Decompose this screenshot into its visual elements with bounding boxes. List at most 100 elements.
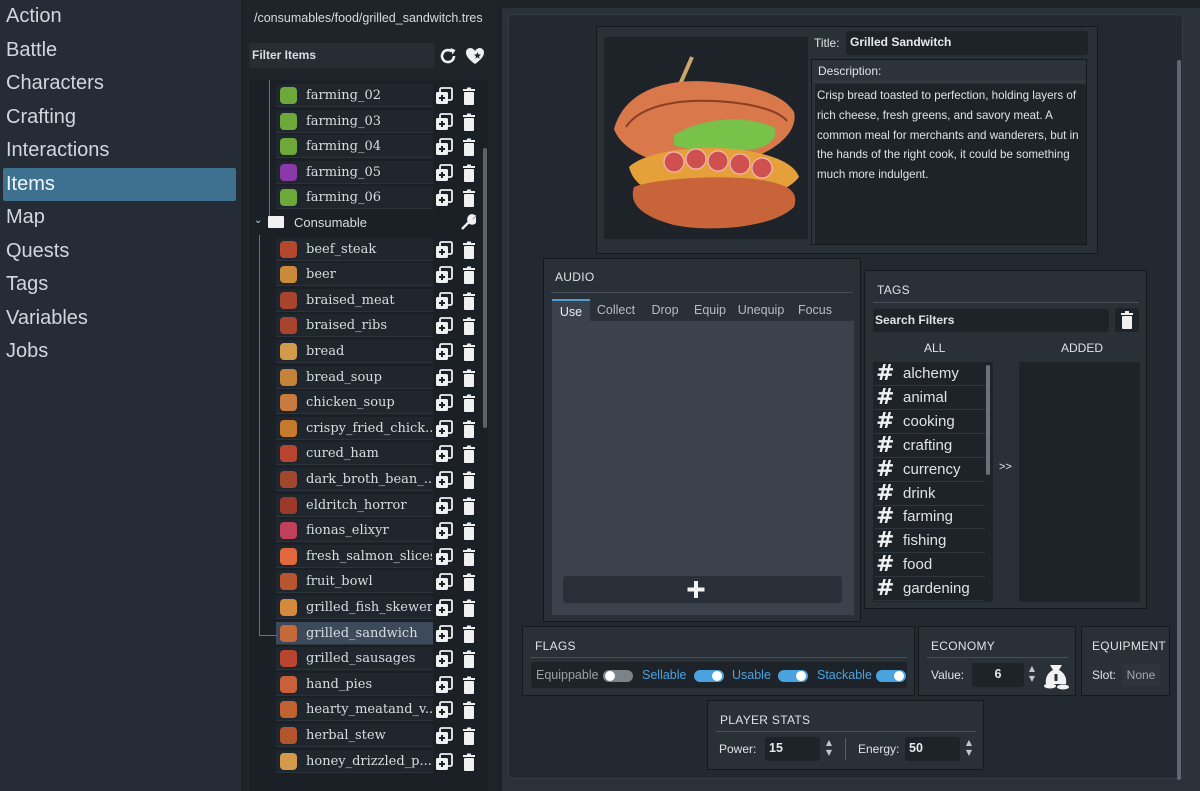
tree-item[interactable]: braised_meat bbox=[250, 288, 488, 313]
favorite-heart-icon[interactable] bbox=[464, 45, 486, 67]
duplicate-icon[interactable] bbox=[435, 650, 453, 668]
trash-icon[interactable] bbox=[460, 497, 478, 515]
tree-item[interactable]: grilled_fish_skewer bbox=[250, 595, 488, 620]
editor-scrollbar[interactable] bbox=[1177, 60, 1181, 780]
filter-items-input[interactable]: Filter Items bbox=[249, 43, 435, 68]
power-input[interactable]: 15 bbox=[765, 737, 820, 761]
tab-focus[interactable]: Focus bbox=[790, 299, 840, 321]
trash-icon[interactable] bbox=[460, 189, 478, 208]
duplicate-icon[interactable] bbox=[435, 189, 453, 207]
trash-icon[interactable] bbox=[460, 753, 478, 771]
toggle-sellable[interactable] bbox=[694, 670, 724, 682]
tags-scrollbar[interactable] bbox=[986, 365, 990, 475]
duplicate-icon[interactable] bbox=[435, 547, 453, 566]
move-tags-button[interactable]: >> bbox=[999, 461, 1012, 473]
duplicate-icon[interactable] bbox=[435, 240, 453, 259]
tree-item-box[interactable]: bread bbox=[276, 340, 433, 363]
tab-equip[interactable]: Equip bbox=[688, 299, 732, 321]
nav-item-map[interactable]: Map bbox=[0, 201, 241, 235]
duplicate-icon[interactable] bbox=[435, 87, 453, 105]
tree-item-box[interactable]: farming_03 bbox=[276, 109, 433, 133]
trash-icon[interactable] bbox=[460, 87, 478, 105]
tree-item[interactable]: grilled_sandwich bbox=[250, 621, 488, 646]
trash-icon[interactable] bbox=[460, 420, 478, 438]
tree-item[interactable]: hearty_meatand_v... bbox=[250, 697, 488, 722]
tree-item-box[interactable]: hearty_meatand_v... bbox=[276, 698, 433, 722]
tree-scrollbar[interactable] bbox=[483, 148, 487, 428]
nav-item-action[interactable]: Action bbox=[0, 0, 241, 34]
tag-item[interactable]: # gardening bbox=[875, 577, 985, 602]
trash-icon[interactable] bbox=[460, 317, 478, 336]
tree-item-box[interactable]: hand_pies bbox=[276, 672, 433, 696]
duplicate-icon[interactable] bbox=[435, 266, 453, 284]
duplicate-icon[interactable] bbox=[435, 368, 453, 387]
tree-item[interactable]: farming_03 bbox=[250, 109, 488, 134]
nav-item-items[interactable]: Items bbox=[3, 167, 236, 201]
tree-item-box[interactable]: farming_06 bbox=[276, 186, 433, 210]
refresh-icon[interactable] bbox=[437, 45, 459, 67]
clear-filters-button[interactable] bbox=[1115, 308, 1139, 332]
tag-item[interactable]: # alchemy bbox=[875, 362, 985, 386]
tree-item[interactable]: herbal_stew bbox=[250, 723, 488, 748]
tab-use[interactable]: Use bbox=[552, 299, 590, 321]
tag-item[interactable]: # farming bbox=[875, 505, 985, 530]
trash-icon[interactable] bbox=[460, 573, 478, 592]
duplicate-icon[interactable] bbox=[435, 471, 453, 489]
trash-icon[interactable] bbox=[460, 394, 478, 413]
toggle-stackable[interactable] bbox=[876, 670, 906, 682]
duplicate-icon[interactable] bbox=[435, 163, 453, 182]
tree-item[interactable]: hand_pies bbox=[250, 672, 488, 697]
trash-icon[interactable] bbox=[460, 241, 478, 259]
trash-icon[interactable] bbox=[460, 266, 478, 285]
tag-item[interactable]: # cooking bbox=[875, 409, 985, 434]
added-tags-list[interactable] bbox=[1019, 362, 1140, 602]
tree-item[interactable]: fionas_elixyr bbox=[250, 518, 488, 543]
duplicate-icon[interactable] bbox=[435, 343, 453, 361]
add-audio-button[interactable] bbox=[563, 576, 842, 603]
tree-item[interactable]: beer bbox=[250, 262, 488, 287]
value-input[interactable]: 6 bbox=[972, 663, 1024, 687]
tree-item-box[interactable]: beer bbox=[276, 263, 433, 287]
tree-item[interactable]: fruit_bowl bbox=[250, 569, 488, 594]
tag-item[interactable]: # food bbox=[875, 553, 985, 578]
trash-icon[interactable] bbox=[460, 343, 478, 361]
trash-icon[interactable] bbox=[460, 138, 478, 157]
trash-icon[interactable] bbox=[460, 625, 478, 643]
duplicate-icon[interactable] bbox=[435, 394, 453, 412]
tab-drop[interactable]: Drop bbox=[642, 299, 688, 321]
tree-item-box[interactable]: braised_meat bbox=[276, 288, 433, 312]
tree-item-box[interactable]: braised_ribs bbox=[276, 314, 433, 338]
tree-item[interactable]: bread_soup bbox=[250, 365, 488, 390]
trash-icon[interactable] bbox=[460, 599, 478, 617]
nav-item-quests[interactable]: Quests bbox=[0, 235, 241, 269]
slot-select[interactable]: None bbox=[1122, 664, 1160, 686]
description-textarea[interactable]: Crisp bread toasted to perfection, holdi… bbox=[815, 84, 1086, 244]
duplicate-icon[interactable] bbox=[435, 291, 453, 310]
tag-item[interactable]: # currency bbox=[875, 457, 985, 482]
tree-item[interactable]: beef_steak bbox=[250, 237, 488, 262]
duplicate-icon[interactable] bbox=[435, 599, 453, 617]
trash-icon[interactable] bbox=[460, 164, 478, 182]
tree-item[interactable]: grilled_sausages bbox=[250, 646, 488, 671]
energy-input[interactable]: 50 bbox=[905, 737, 960, 761]
tab-collect[interactable]: Collect bbox=[590, 299, 642, 321]
duplicate-icon[interactable] bbox=[435, 445, 453, 463]
tree-item-box[interactable]: herbal_stew bbox=[276, 724, 433, 747]
duplicate-icon[interactable] bbox=[435, 112, 453, 131]
trash-icon[interactable] bbox=[460, 292, 478, 310]
tree-item[interactable]: crispy_fried_chick... bbox=[250, 416, 488, 441]
item-tree[interactable]: farming_02 farming_03 farming_04 farming_05… bbox=[250, 80, 488, 791]
chevron-down-icon[interactable]: ⌄ bbox=[254, 215, 262, 226]
tree-item[interactable]: eldritch_horror bbox=[250, 493, 488, 518]
duplicate-icon[interactable] bbox=[435, 624, 453, 643]
item-image[interactable] bbox=[604, 37, 808, 239]
trash-icon[interactable] bbox=[460, 113, 478, 131]
wrench-icon[interactable] bbox=[458, 213, 478, 231]
tree-item-box[interactable]: grilled_sausages bbox=[276, 647, 433, 671]
tree-item[interactable]: cured_ham bbox=[250, 441, 488, 466]
tree-item[interactable]: honey_drizzled_p... bbox=[250, 749, 488, 774]
tree-item-box[interactable]: crispy_fried_chick... bbox=[276, 416, 433, 440]
duplicate-icon[interactable] bbox=[435, 675, 453, 694]
tree-item-box[interactable]: fresh_salmon_slices bbox=[276, 544, 433, 568]
tag-item[interactable]: # drink bbox=[875, 481, 985, 506]
